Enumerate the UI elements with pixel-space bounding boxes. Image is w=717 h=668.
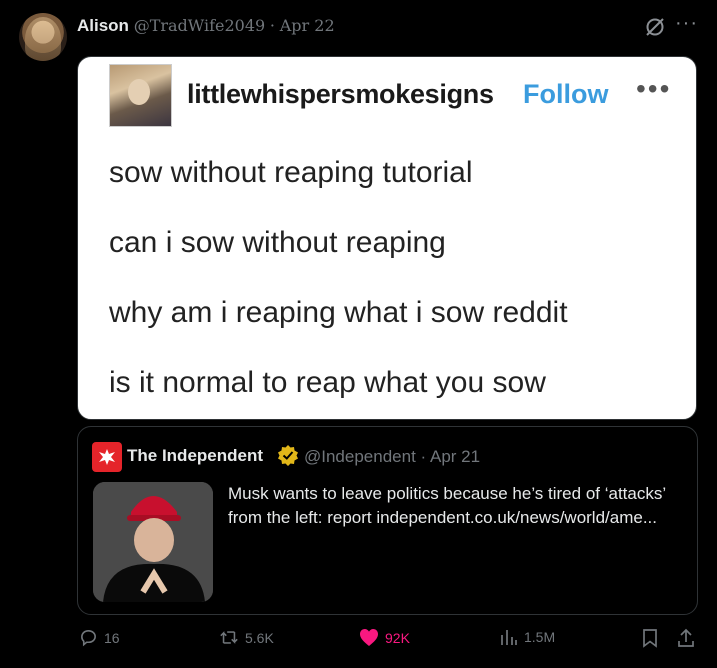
reply-button[interactable]: 16 <box>79 628 120 647</box>
quoted-post[interactable]: The Independent @Independent · Apr 21 Mu… <box>77 426 698 615</box>
more-options-icon[interactable]: ··· <box>675 12 698 35</box>
author-name[interactable]: Alison <box>77 16 129 35</box>
quoted-thumbnail[interactable] <box>93 482 213 602</box>
quoted-handle[interactable]: @Independent <box>304 447 416 466</box>
like-button[interactable]: 92K <box>359 628 410 647</box>
bookmark-button[interactable] <box>641 628 659 648</box>
views-button[interactable]: 1.5M <box>500 628 555 646</box>
quoted-handle-date: @Independent · Apr 21 <box>304 447 480 467</box>
repost-button[interactable]: 5.6K <box>219 628 274 647</box>
quoted-text[interactable]: Musk wants to leave politics because he’… <box>228 482 688 530</box>
search-line-3: why am i reaping what i sow reddit <box>109 296 568 329</box>
action-bar: 16 5.6K 92K 1.5M <box>0 628 717 658</box>
separator-dot: · <box>420 447 430 466</box>
verified-badge-icon <box>278 445 298 466</box>
like-count: 92K <box>385 629 410 646</box>
post-image[interactable]: littlewhispersmokesigns Follow ••• sow w… <box>77 56 697 420</box>
post-header: Alison @TradWife2049 · Apr 22 <box>77 16 335 36</box>
author-avatar[interactable] <box>19 13 67 61</box>
repost-icon <box>220 631 238 644</box>
search-line-4: is it normal to reap what you sow <box>109 366 546 399</box>
reply-count: 16 <box>104 629 120 646</box>
views-count: 1.5M <box>524 629 556 645</box>
views-icon <box>501 630 517 645</box>
author-handle[interactable]: @TradWife2049 <box>134 16 266 35</box>
bookmark-icon <box>643 629 657 648</box>
tumblr-more-icon: ••• <box>636 73 672 104</box>
repost-count: 5.6K <box>245 629 274 646</box>
quoted-date[interactable]: Apr 21 <box>430 447 480 466</box>
separator-dot: · <box>269 16 276 35</box>
grok-icon[interactable] <box>644 16 666 38</box>
heart-icon <box>360 629 378 646</box>
tumblr-username: littlewhispersmokesigns <box>187 79 494 109</box>
post-date[interactable]: Apr 22 <box>280 16 335 35</box>
tumblr-avatar <box>109 64 172 127</box>
search-line-2: can i sow without reaping <box>109 226 446 259</box>
tumblr-follow-button: Follow <box>523 79 609 109</box>
reply-icon <box>81 630 96 647</box>
search-line-1: sow without reaping tutorial <box>109 156 473 189</box>
share-button[interactable] <box>677 628 695 648</box>
independent-logo-icon <box>92 442 122 472</box>
share-icon <box>678 628 694 647</box>
quoted-author-name[interactable]: The Independent <box>127 446 263 466</box>
